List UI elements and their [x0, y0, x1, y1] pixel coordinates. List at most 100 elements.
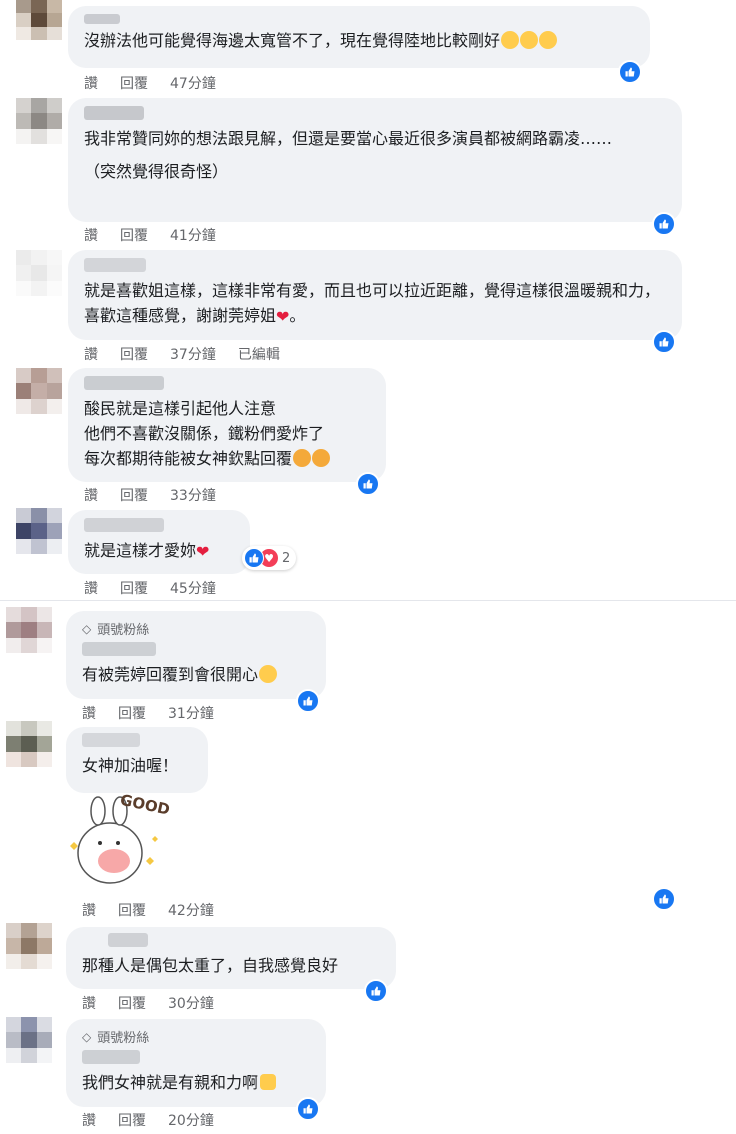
comment-text-line2: 他們不喜歡沒關係，鐵粉們愛炸了	[84, 424, 325, 443]
commenter-name-blurred[interactable]	[84, 106, 144, 120]
star-struck-emoji	[292, 449, 331, 468]
comment-text-line3: 每次都期待能被女神欽點回覆	[84, 446, 372, 471]
like-button[interactable]: 讚	[84, 485, 98, 505]
reply-button[interactable]: 回覆	[120, 344, 148, 364]
comments-panel-top: 沒辦法他可能覺得海邊太寬管不了，現在覺得陸地比較剛好 讚 回覆 47分鐘 我非常…	[0, 0, 736, 601]
reply-button[interactable]: 回覆	[120, 225, 148, 245]
reply-button[interactable]: 回覆	[120, 73, 148, 93]
comment-text: 就是這樣才愛妳❤	[84, 538, 236, 564]
top-fan-badge[interactable]: ◇ 頭號粉絲	[82, 1027, 312, 1047]
like-reaction-icon[interactable]	[296, 1097, 320, 1121]
comment-timestamp[interactable]: 47分鐘	[170, 73, 216, 93]
commenter-name-blurred[interactable]	[84, 376, 164, 390]
like-reaction-icon	[244, 548, 264, 568]
comment-bubble: ◇ 頭號粉絲 有被莞婷回覆到會很開心	[66, 611, 326, 699]
like-reaction-icon[interactable]	[618, 60, 642, 84]
comments-panel-bottom: ◇頭號粉絲 有被莞婷回覆到會很開心 讚 回覆 31分鐘 女神加油喔！ GOOD	[0, 601, 736, 1134]
commenter-name-blurred[interactable]	[82, 733, 140, 747]
avatar[interactable]	[16, 0, 62, 40]
reply-button[interactable]: 回覆	[118, 993, 146, 1013]
avatar[interactable]	[16, 98, 62, 144]
like-button[interactable]: 讚	[84, 344, 98, 364]
commenter-name-blurred[interactable]	[108, 933, 148, 947]
like-reaction-icon[interactable]	[356, 472, 380, 496]
avatar[interactable]	[16, 368, 62, 414]
comment-text: 就是喜歡姐這樣，這樣非常有愛，而且也可以拉近距離，覺得這樣很溫暖親和力，喜歡這種…	[84, 278, 668, 329]
avatar[interactable]	[16, 508, 62, 554]
comment-text: 女神加油喔！	[82, 756, 179, 775]
reply-button[interactable]: 回覆	[118, 1110, 146, 1130]
like-reaction-icon[interactable]	[652, 212, 676, 236]
reply-button[interactable]: 回覆	[120, 485, 148, 505]
comment-timestamp[interactable]: 20分鐘	[168, 1110, 214, 1130]
like-button[interactable]: 讚	[84, 578, 98, 598]
comment-bubble: ◇ 頭號粉絲 我們女神就是有親和力啊	[66, 1019, 326, 1107]
good-sticker[interactable]: GOOD	[62, 791, 174, 891]
avatar[interactable]	[6, 721, 52, 767]
grinning-emoji	[259, 665, 278, 683]
avatar[interactable]	[6, 923, 52, 969]
like-button[interactable]: 讚	[84, 225, 98, 245]
comment-bubble: 酸民就是這樣引起他人注意 他們不喜歡沒關係，鐵粉們愛炸了 每次都期待能被女神欽點…	[68, 368, 386, 482]
commenter-name-blurred[interactable]	[84, 14, 120, 24]
reaction-summary[interactable]: ♥ 2	[242, 546, 297, 570]
comment-bubble: 沒辦法他可能覺得海邊太寬管不了，現在覺得陸地比較剛好	[68, 6, 650, 68]
edited-label: 已編輯	[237, 347, 280, 363]
avatar[interactable]	[6, 607, 52, 653]
comment-timestamp[interactable]: 31分鐘	[168, 703, 214, 723]
comment-actions: 讚 回覆 41分鐘	[84, 225, 216, 245]
diamond-icon: ◇	[82, 1029, 92, 1044]
comment-bubble: 女神加油喔！	[66, 727, 208, 793]
avatar[interactable]	[6, 1017, 52, 1063]
comment-actions: 讚 回覆 30分鐘	[82, 993, 214, 1013]
avatar[interactable]	[16, 250, 62, 296]
comment-timestamp[interactable]: 33分鐘	[170, 485, 216, 505]
commenter-name-blurred[interactable]	[82, 1050, 140, 1064]
commenter-name-blurred[interactable]	[82, 642, 156, 656]
comment-bubble: 就是喜歡姐這樣，這樣非常有愛，而且也可以拉近距離，覺得這樣很溫暖親和力，喜歡這種…	[68, 250, 682, 340]
comment-bubble: 我非常贊同妳的想法跟見解，但還是要當心最近很多演員都被網路霸凌…… （突然覺得很…	[68, 98, 682, 222]
comment-text-line2: （突然覺得很奇怪）	[84, 162, 229, 181]
comment-actions: 讚 回覆 33分鐘	[84, 485, 216, 505]
like-button[interactable]: 讚	[82, 993, 96, 1013]
comment-text-line1: 酸民就是這樣引起他人注意	[84, 399, 277, 418]
like-button[interactable]: 讚	[82, 1110, 96, 1130]
comment-actions: 讚 回覆 31分鐘	[82, 703, 214, 723]
like-reaction-icon[interactable]	[652, 887, 676, 911]
comment-timestamp[interactable]: 42分鐘	[168, 900, 214, 920]
comment-actions: 讚 回覆 37分鐘 已編輯	[84, 344, 280, 364]
diamond-icon: ◇	[82, 621, 92, 636]
comment-bubble: 那種人是偶包太重了，自我感覺良好	[66, 927, 396, 989]
like-button[interactable]: 讚	[84, 73, 98, 93]
like-reaction-icon[interactable]	[364, 979, 388, 1003]
commenter-name-blurred[interactable]	[84, 258, 146, 272]
top-fan-badge[interactable]: ◇ 頭號粉絲	[82, 619, 312, 639]
comment-timestamp[interactable]: 30分鐘	[168, 993, 214, 1013]
like-reaction-icon[interactable]	[296, 689, 320, 713]
reaction-count: 2	[282, 550, 291, 566]
comment-text: 我非常贊同妳的想法跟見解，但還是要當心最近很多演員都被網路霸凌……	[84, 129, 613, 148]
comment-actions: 讚 回覆 20分鐘	[82, 1110, 214, 1130]
comment-timestamp[interactable]: 45分鐘	[170, 578, 216, 598]
comment-text: 那種人是偶包太重了，自我感覺良好	[82, 956, 339, 975]
like-button[interactable]: 讚	[82, 900, 96, 920]
thumbs-up-emoji	[260, 1074, 277, 1090]
rofl-emoji	[500, 31, 558, 50]
comment-actions: 讚 回覆 47分鐘	[84, 73, 216, 93]
reply-button[interactable]: 回覆	[120, 578, 148, 598]
comment-actions: 讚 回覆 42分鐘	[82, 900, 214, 920]
comment-timestamp[interactable]: 37分鐘	[170, 344, 216, 364]
commenter-name-blurred[interactable]	[84, 518, 164, 532]
like-button[interactable]: 讚	[82, 703, 96, 723]
comment-actions: 讚 回覆 45分鐘	[84, 578, 216, 598]
comment-timestamp[interactable]: 41分鐘	[170, 225, 216, 245]
comment-text: 沒辦法他可能覺得海邊太寬管不了，現在覺得陸地比較剛好	[84, 28, 636, 53]
red-heart-emoji: ❤	[196, 542, 210, 561]
comment-bubble: 就是這樣才愛妳❤	[68, 510, 250, 574]
comment-text: 我們女神就是有親和力啊	[82, 1070, 312, 1095]
like-reaction-icon[interactable]	[652, 330, 676, 354]
comment-text: 有被莞婷回覆到會很開心	[82, 662, 312, 687]
reply-button[interactable]: 回覆	[118, 703, 146, 723]
reply-button[interactable]: 回覆	[118, 900, 146, 920]
red-heart-emoji: ❤	[276, 307, 290, 326]
